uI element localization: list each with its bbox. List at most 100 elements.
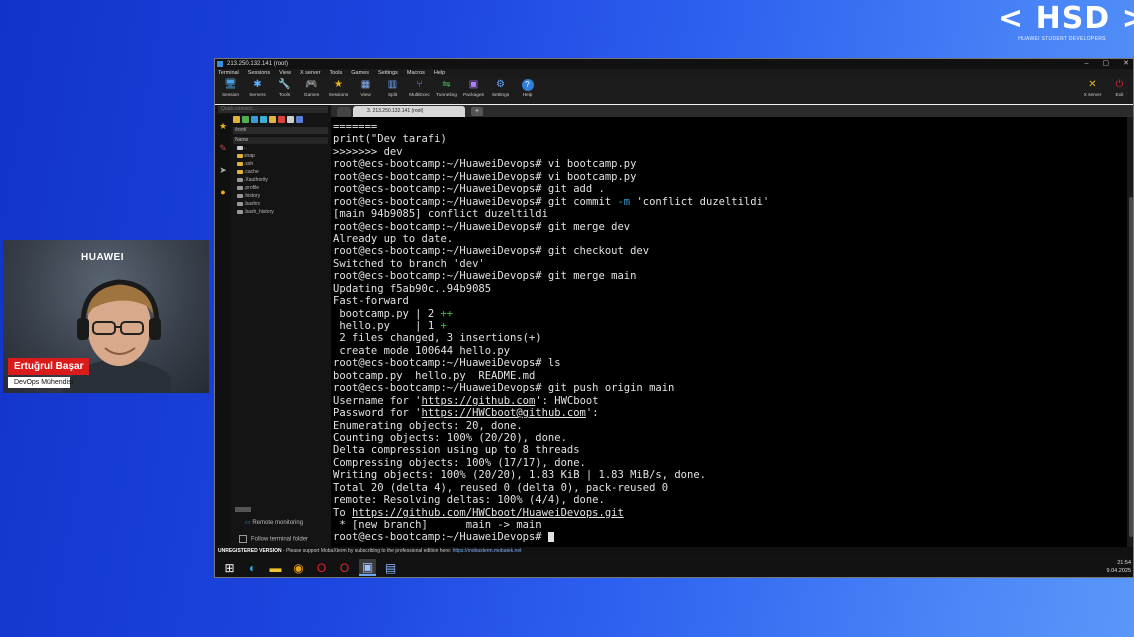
file-tree-item[interactable]: ..: [233, 144, 328, 152]
windows-start-icon[interactable]: ⊞: [221, 559, 238, 576]
follow-terminal-folder-checkbox[interactable]: Follow terminal folder: [239, 535, 308, 543]
terminal-line: root@ecs-bootcamp:~/HuaweiDevops# ls: [333, 357, 1127, 369]
file-tree-item[interactable]: .bashrc: [233, 200, 328, 208]
upload-icon[interactable]: [260, 116, 267, 123]
toolbar-button-help[interactable]: ? Help: [514, 79, 541, 98]
terminal-link[interactable]: https://github.com/HWCboot/HuaweiDevops.…: [352, 507, 624, 519]
file-tree-item[interactable]: .history: [233, 192, 328, 200]
windows-taskbar: ⊞ ◐ ▬ ◉ O O ▣ ▤ 21:54 9.04.2025: [215, 556, 1133, 577]
toolbar-button-sessions[interactable]: ★ Sessions: [325, 79, 352, 98]
download-icon[interactable]: [251, 116, 258, 123]
properties-icon[interactable]: [296, 116, 303, 123]
terminal-text: =======: [333, 121, 378, 133]
remote-monitoring-label: Remote monitoring: [252, 520, 304, 526]
toolbar-label: Packages: [462, 93, 485, 98]
quick-connect-input[interactable]: [218, 106, 328, 113]
presenter-webcam: HUAWEI Ertuğrul Başar DevOps Mühendisi: [3, 240, 209, 393]
menu-item-tools[interactable]: Tools: [329, 69, 342, 77]
toolbar-button-settings[interactable]: ⚙ Settings: [487, 79, 514, 98]
new-folder-icon[interactable]: [269, 116, 276, 123]
menu-item-help[interactable]: Help: [434, 69, 445, 77]
toolbar-button-view[interactable]: ▦ View: [352, 79, 379, 98]
folder-up-icon[interactable]: [233, 116, 240, 123]
menu-item-settings[interactable]: Settings: [378, 69, 398, 77]
refresh-icon[interactable]: [242, 116, 249, 123]
menu-item-terminal[interactable]: Terminal: [218, 69, 239, 77]
remote-monitoring-button[interactable]: ▭ Remote monitoring: [245, 519, 303, 526]
file-tree-item[interactable]: .profile: [233, 184, 328, 192]
file-tree-item[interactable]: snap: [233, 152, 328, 160]
terminal-text: root@ecs-bootcamp:~/HuaweiDevops#: [333, 531, 548, 544]
window-title: 213.250.132.141 (root): [227, 61, 289, 67]
sftp-path-field[interactable]: /root/: [233, 127, 328, 134]
terminal-text: root@ecs-bootcamp:~/HuaweiDevops# git pu…: [333, 382, 675, 395]
delete-icon[interactable]: [278, 116, 285, 123]
opera-gx-icon[interactable]: O: [336, 559, 353, 576]
terminal-text: * [new branch] main -> main: [333, 519, 542, 531]
toolbar-button-servers[interactable]: ✱ Servers: [244, 79, 271, 98]
sftp-icon[interactable]: ●: [218, 187, 228, 197]
tab-session-3[interactable]: 3. 213.250.132.141 (root): [353, 106, 465, 117]
file-tree-item[interactable]: .bash_history: [233, 208, 328, 216]
terminal-line: [main 94b9085] conflict duzeltildi: [333, 208, 1127, 220]
packages-icon: ▣: [468, 79, 479, 90]
servers-icon: ✱: [253, 79, 262, 90]
status-text: - Please support MobaXterm by subscribin…: [283, 548, 453, 554]
toolbar-button-multiexec[interactable]: ⑂ MultiExec: [406, 79, 433, 98]
toolbar-button-packages[interactable]: ▣ Packages: [460, 79, 487, 98]
toolbar-label: Session: [221, 93, 240, 98]
tools-icon[interactable]: ✎: [218, 143, 228, 153]
terminal-line: =======: [333, 121, 1127, 133]
taskbar-clock[interactable]: 21:54 9.04.2025: [1107, 559, 1131, 575]
send-icon[interactable]: ➤: [218, 165, 228, 175]
file-tree-item[interactable]: .cache: [233, 168, 328, 176]
toolbar-button-games[interactable]: 🎮 Games: [298, 79, 325, 98]
window-titlebar[interactable]: 213.250.132.141 (root) – ▢ ✕: [215, 59, 1133, 69]
app-icon[interactable]: ▤: [382, 559, 399, 576]
xserver-icon: ✕: [1088, 79, 1097, 90]
terminal-link[interactable]: https://github.com: [422, 395, 536, 407]
toolbar-button-tunneling[interactable]: ⇋ Tunneling: [433, 79, 460, 98]
clock-date: 9.04.2025: [1106, 568, 1131, 574]
close-button[interactable]: ✕: [1123, 59, 1129, 69]
menu-item-sessions[interactable]: Sessions: [248, 69, 270, 77]
menu-item-view[interactable]: View: [279, 69, 291, 77]
terminal-text: root@ecs-bootcamp:~/HuaweiDevops# git me…: [333, 220, 631, 233]
file-tree-item[interactable]: .Xauthority: [233, 176, 328, 184]
toolbar-button-split[interactable]: ▥ Split: [379, 79, 406, 98]
clock-time: 21:54: [1117, 560, 1131, 566]
sftp-toolbar: [233, 116, 303, 125]
new-tab-button[interactable]: +: [471, 107, 483, 116]
menu-item-x-server[interactable]: X server: [300, 69, 320, 77]
sidebar-hscrollbar[interactable]: [235, 507, 251, 512]
home-tab[interactable]: [337, 107, 351, 117]
menu-item-games[interactable]: Games: [351, 69, 369, 77]
sessions-star-icon[interactable]: ★: [218, 121, 228, 131]
toolbar-button-x-server[interactable]: ✕ X server: [1079, 79, 1106, 98]
file-tree-item[interactable]: .ssh: [233, 160, 328, 168]
mobatek-link[interactable]: https://mobaxterm.mobatek.net: [453, 548, 522, 554]
scrollbar-thumb[interactable]: [1129, 197, 1133, 537]
mobaxterm-icon[interactable]: ▣: [359, 559, 376, 576]
toolbar-button-session[interactable]: 🖥 Session: [217, 79, 244, 98]
new-file-icon[interactable]: [287, 116, 294, 123]
terminal-output[interactable]: ======= print("Dev tarafi) >>>>>>> dev root…: [331, 117, 1127, 547]
minimize-button[interactable]: –: [1085, 59, 1089, 69]
huawei-brand-text: HUAWEI: [81, 252, 124, 263]
opera-icon[interactable]: O: [313, 559, 330, 576]
maximize-button[interactable]: ▢: [1103, 59, 1110, 69]
terminal-text: bootcamp.py hello.py README.md: [333, 369, 536, 382]
terminal-text: Switched to branch 'dev': [333, 257, 485, 270]
file-tree-header[interactable]: Name: [233, 137, 328, 144]
chrome-icon[interactable]: ◉: [290, 559, 307, 576]
file-explorer-icon[interactable]: ▬: [267, 559, 284, 576]
toolbar-button-exit[interactable]: ⏻ Exit: [1106, 79, 1133, 98]
terminal-line: root@ecs-bootcamp:~/HuaweiDevops# git co…: [333, 196, 1127, 208]
terminal-link[interactable]: https://HWCboot@github.com: [422, 407, 586, 419]
view-icon: ▦: [360, 79, 371, 90]
menu-item-macros[interactable]: Macros: [407, 69, 425, 77]
terminal-text: root@ecs-bootcamp:~/HuaweiDevops# vi boo…: [333, 158, 637, 171]
edge-icon[interactable]: ◐: [244, 559, 261, 576]
terminal-scrollbar[interactable]: [1127, 117, 1133, 547]
toolbar-button-tools[interactable]: 🔧 Tools: [271, 79, 298, 98]
